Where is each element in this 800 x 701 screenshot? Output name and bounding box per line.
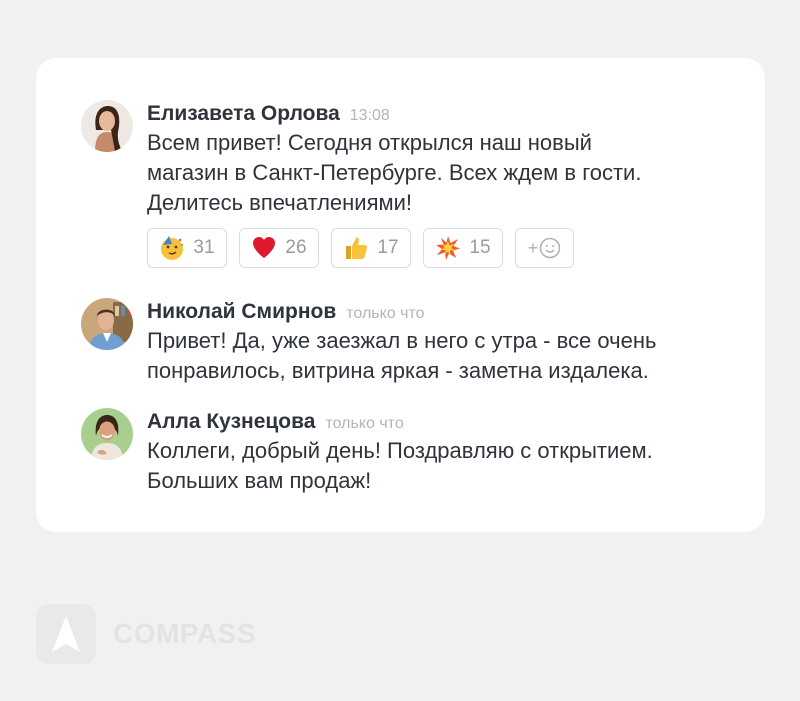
- compass-arrow-icon: [36, 604, 96, 664]
- avatar[interactable]: [81, 100, 133, 152]
- reaction-collision[interactable]: 15: [423, 228, 503, 268]
- party-face-emoji-icon: [161, 236, 184, 260]
- smiley-icon: [540, 237, 561, 259]
- red-heart-emoji-icon: [253, 237, 276, 258]
- reaction-count: 15: [469, 237, 491, 258]
- chat-card: Елизавета Орлова 13:08 Всем привет! Сегод…: [36, 58, 765, 532]
- message-body: Алла Кузнецова только что Коллеги, добрый…: [147, 408, 737, 496]
- reaction-count: 31: [193, 237, 215, 258]
- message-text: Привет! Да, уже заезжал в него с утра - …: [147, 328, 657, 383]
- avatar[interactable]: [81, 408, 133, 460]
- message-time: только что: [325, 415, 404, 432]
- reaction-heart[interactable]: 26: [239, 228, 319, 268]
- thumbs-up-emoji-icon: [346, 237, 368, 259]
- collision-emoji-icon: [436, 236, 461, 260]
- author-name[interactable]: Николай Смирнов: [147, 300, 336, 323]
- author-name[interactable]: Елизавета Орлова: [147, 102, 340, 125]
- reaction-thumbs-up[interactable]: 17: [331, 228, 411, 268]
- message-text: Всем привет! Сегодня открылся наш новый …: [147, 130, 642, 215]
- message-text: Коллеги, добрый день! Поздравляю с откры…: [147, 438, 653, 493]
- author-name[interactable]: Алла Кузнецова: [147, 410, 315, 433]
- avatar[interactable]: [81, 298, 133, 350]
- add-reaction-button[interactable]: +: [515, 228, 574, 268]
- message-body: Елизавета Орлова 13:08 Всем привет! Сегод…: [147, 100, 737, 268]
- reaction-count: 26: [285, 237, 307, 258]
- plus-label: +: [527, 238, 539, 258]
- message-time: только что: [346, 305, 425, 322]
- reaction-party-face[interactable]: 31: [147, 228, 227, 268]
- brand-logo: COMPASS: [36, 604, 256, 664]
- reaction-count: 17: [377, 237, 399, 258]
- brand-name: COMPASS: [113, 618, 256, 649]
- message-time: 13:08: [349, 107, 390, 124]
- message-body: Николай Смирнов только что Привет! Да, уж…: [147, 298, 737, 386]
